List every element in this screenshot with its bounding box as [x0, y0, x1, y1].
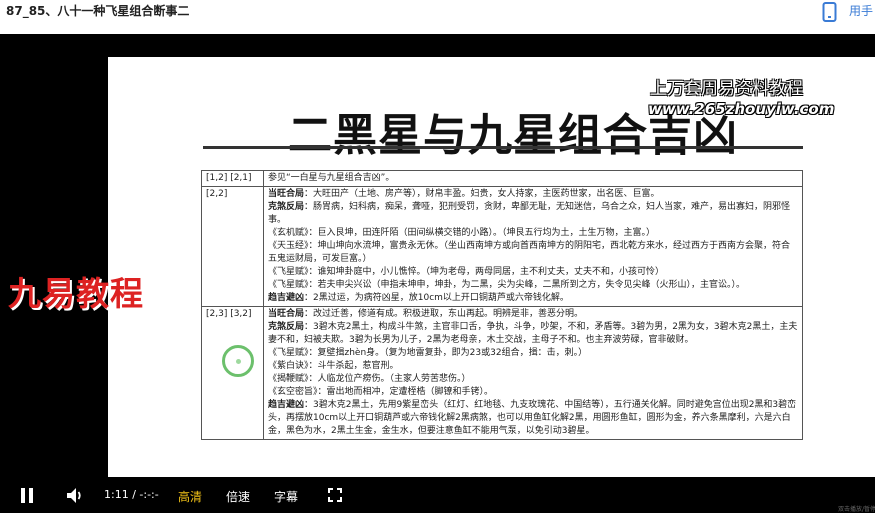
combination-table: [1,2] [2,1] 参见“一白星与九星组合吉凶”。 [2,2] 当旺合局：大旺田产… [201, 170, 803, 440]
description-line: 《飞星赋》：复壁揖zhèn身。（复为地雷复卦，即为23或32组合，揖：击，刺。） [268, 347, 798, 360]
description-line: 《玄机赋》：巨入艮坤，田连阡陌（田间纵横交错的小路）。（坤艮五行均为土，土生万物… [268, 227, 798, 240]
line-keyword: 趋吉避凶 [268, 293, 305, 303]
slide: 二黑星与九星组合吉凶 [1,2] [2,1] 参见“一白星与九星组合吉凶”。 [2,… [108, 57, 875, 477]
description-line: 《飞星赋》：若夫申尖兴讼（申指未坤申，坤卦，为二黑，尖为尖峰，二黑所到之方，失令… [268, 279, 798, 292]
description-line: 趋吉避凶：2黑过运，为病符凶星，放10cm以上开口铜葫芦或六帝钱化解。 [268, 292, 798, 305]
line-keyword: 当旺合局 [268, 189, 305, 199]
line-text: ：2黑过运，为病符凶星，放10cm以上开口铜葫芦或六帝钱化解。 [304, 293, 569, 303]
page-header: 87_85、八十一种飞星组合断事二 用手 [0, 0, 875, 34]
video-player[interactable]: 二黑星与九星组合吉凶 [1,2] [2,1] 参见“一白星与九星组合吉凶”。 [2,… [0, 34, 875, 513]
phone-icon[interactable] [822, 2, 837, 22]
line-text: 《天玉经》：坤山坤向水流坤，富贵永无休。（坐山西南坤方或向首西南坤方的阴阳宅，西… [268, 241, 791, 264]
combo-description: 参见“一白星与九星组合吉凶”。 [263, 170, 803, 187]
cursor-highlight [222, 345, 254, 377]
table-row: [1,2] [2,1] 参见“一白星与九星组合吉凶”。 [201, 170, 803, 187]
line-keyword: 趋吉避凶 [268, 400, 305, 410]
combo-code: [2,2] [201, 186, 264, 307]
description-line: 《飞星赋》：谁知坤卦庭中，小儿憔悴。（坤为老母，两母同居，主不利丈夫，丈夫不和，… [268, 266, 798, 279]
description-line: 参见“一白星与九星组合吉凶”。 [268, 172, 798, 185]
description-line: 克煞反局：肠胃病，妇科病，痴呆，聋哑，犯刑受罚，贪财，卑鄙无耻，无知迷信，乌合之… [268, 201, 798, 227]
player-controls [0, 479, 875, 513]
combo-description: 当旺合局：改过迁善，修道有成。积极进取，东山再起。明辨是非，善恶分明。 克煞反局：… [263, 306, 803, 440]
line-keyword: 克煞反局 [268, 322, 305, 332]
line-text: 参见“一白星与九星组合吉凶”。 [268, 173, 395, 183]
combo-description: 当旺合局：大旺田产（土地、房产等），财帛丰盈。妇贵，女人持家，主医药世家，出名医… [263, 186, 803, 307]
watermark-url: www.265zhouyiw.com [648, 100, 835, 118]
line-text: ：改过迁善，修道有成。积极进取，东山再起。明辨是非，善恶分明。 [304, 309, 584, 319]
description-line: 当旺合局：改过迁善，修道有成。积极进取，东山再起。明辨是非，善恶分明。 [268, 308, 798, 321]
line-text: ：3碧木克2黑土，先用9紫星峦头（红灯、红地毯、九支玫瑰花、中国结等），五行通关… [268, 400, 797, 436]
description-line: 克煞反局：3碧木克2黑土，构成斗牛煞，主官非口舌，争执，斗争，吵架，不和，矛盾等… [268, 321, 798, 347]
line-keyword: 当旺合局 [268, 309, 305, 319]
table-row: [2,2] 当旺合局：大旺田产（土地、房产等），财帛丰盈。妇贵，女人持家，主医药世… [201, 186, 803, 307]
description-line: 《紫白诀》：斗牛杀起，惹官刑。 [268, 360, 798, 373]
line-text: 《飞星赋》：谁知坤卦庭中，小儿憔悴。（坤为老母，两母同居，主不利丈夫，丈夫不和，… [268, 267, 665, 277]
description-line: 趋吉避凶：3碧木克2黑土，先用9紫星峦头（红灯、红地毯、九支玫瑰花、中国结等），… [268, 399, 798, 438]
phone-link[interactable]: 用手 [849, 2, 873, 19]
description-line: 《揭鞭赋》：人临龙位产痨伤。（主家人劳苦悲伤。） [268, 373, 798, 386]
watermark-text: 上万套周易资料教程 [650, 79, 803, 99]
line-text: ：大旺田产（土地、房产等），财帛丰盈。妇贵，女人持家，主医药世家，出名医、巨富。 [304, 189, 660, 199]
heading-divider [203, 146, 803, 149]
line-text: 《飞星赋》：若夫申尖兴讼（申指未坤申，坤卦，为二黑，尖为尖峰，二黑所到之方，失令… [268, 280, 746, 290]
line-text: 《飞星赋》：复壁揖zhèn身。（复为地雷复卦，即为23或32组合，揖：击，刺。） [268, 348, 588, 358]
line-text: ：肠胃病，妇科病，痴呆，聋哑，犯刑受罚，贪财，卑鄙无耻，无知迷信，乌合之众，妇人… [268, 202, 791, 225]
description-line: 《天玉经》：坤山坤向水流坤，富贵永无休。（坐山西南坤方或向首西南坤方的阴阳宅，西… [268, 240, 798, 266]
line-text: 《玄空密旨》：雷出地而相冲，定遭桎梏（脚镣和手铐）。 [268, 387, 494, 397]
description-line: 当旺合局：大旺田产（土地、房产等），财帛丰盈。妇贵，女人持家，主医药世家，出名医… [268, 188, 798, 201]
table-row: [2,3] [3,2] 当旺合局：改过迁善，修道有成。积极进取，东山再起。明辨是非… [201, 306, 803, 440]
watermark-brand: 九易教程 [8, 274, 144, 313]
line-keyword: 克煞反局 [268, 202, 305, 212]
combo-code: [1,2] [2,1] [201, 170, 264, 187]
description-line: 《玄空密旨》：雷出地而相冲，定遭桎梏（脚镣和手铐）。 [268, 386, 798, 399]
page-title: 87_85、八十一种飞星组合断事二 [6, 4, 190, 18]
line-text: ：3碧木克2黑土，构成斗牛煞，主官非口舌，争执，斗争，吵架，不和，矛盾等。3碧为… [268, 322, 798, 345]
line-text: 《玄机赋》：巨入艮坤，田连阡陌（田间纵横交错的小路）。（坤艮五行均为土，土生万物… [268, 228, 656, 238]
line-text: 《揭鞭赋》：人临龙位产痨伤。（主家人劳苦悲伤。） [268, 374, 471, 384]
line-text: 《紫白诀》：斗牛杀起，惹官刑。 [268, 361, 399, 371]
